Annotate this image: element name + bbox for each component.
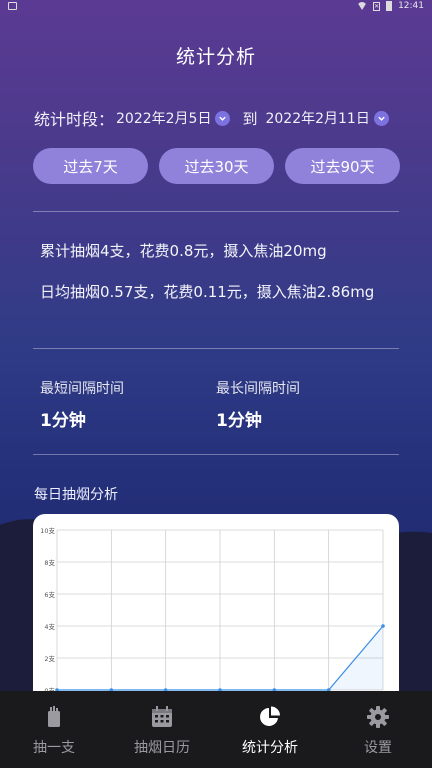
start-date-dropdown-icon[interactable]: [215, 110, 231, 126]
tab-statistics[interactable]: 统计分析: [216, 691, 324, 768]
daily-chart: 0支2支4支6支8支10支: [33, 514, 399, 704]
tab-label: 抽一支: [33, 740, 75, 756]
shortest-interval: 最短间隔时间 1分钟: [40, 378, 124, 431]
divider: [33, 454, 399, 455]
range-7-days-button[interactable]: 过去7天: [33, 148, 148, 184]
summary-daily-average: 日均抽烟0.57支，花费0.11元，摄入焦油2.86mg: [40, 283, 375, 301]
y-tick-label: 6支: [44, 590, 55, 599]
summary-total: 累计抽烟4支，花费0.8元，摄入焦油20mg: [40, 242, 327, 260]
pie-chart-icon: [260, 706, 280, 726]
tab-smoke-one[interactable]: 抽一支: [0, 691, 108, 768]
end-date[interactable]: 2022年2月11日: [265, 108, 369, 128]
y-tick-label: 10支: [40, 526, 55, 535]
longest-interval-label: 最长间隔时间: [216, 381, 300, 397]
period-selector: 统计时段： 2022年2月5日 到 2022年2月11日: [34, 106, 389, 130]
data-point: [381, 624, 385, 628]
y-tick-label: 2支: [44, 654, 55, 663]
cigarette-box-icon: [48, 706, 60, 727]
longest-interval: 最长间隔时间 1分钟: [216, 378, 300, 431]
period-to-label: 到: [242, 109, 258, 128]
status-time: 12:41: [398, 1, 424, 11]
status-bar: ✕ 12:41: [0, 0, 432, 14]
shortest-interval-label: 最短间隔时间: [40, 381, 124, 397]
y-tick-label: 4支: [44, 622, 55, 631]
period-label: 统计时段：: [34, 110, 115, 129]
y-tick-label: 8支: [44, 558, 55, 567]
divider: [33, 348, 399, 349]
wifi-icon: [357, 2, 368, 10]
sim-icon: ✕: [373, 1, 381, 11]
tab-settings[interactable]: 设置: [324, 691, 432, 768]
bottom-tab-bar: 抽一支 抽烟日历 统计分析 设置: [0, 691, 432, 768]
gear-icon: [367, 706, 389, 728]
shortest-interval-value: 1分钟: [40, 411, 86, 431]
notification-icon: [8, 2, 17, 10]
start-date[interactable]: 2022年2月5日: [116, 108, 211, 128]
page-title: 统计分析: [175, 46, 256, 68]
calendar-icon: [152, 706, 172, 727]
range-30-days-button[interactable]: 过去30天: [159, 148, 274, 184]
tab-label: 抽烟日历: [134, 740, 190, 756]
daily-chart-svg: 0支2支4支6支8支10支: [40, 526, 385, 695]
battery-icon: [386, 1, 393, 11]
tab-label: 统计分析: [242, 740, 298, 756]
range-90-days-button[interactable]: 过去90天: [285, 148, 400, 184]
tab-calendar[interactable]: 抽烟日历: [108, 691, 216, 768]
range-buttons: 过去7天 过去30天 过去90天: [33, 148, 400, 184]
daily-analysis-title: 每日抽烟分析: [34, 487, 118, 503]
divider: [33, 211, 399, 212]
end-date-dropdown-icon[interactable]: [373, 110, 389, 126]
longest-interval-value: 1分钟: [216, 411, 262, 431]
tab-label: 设置: [364, 740, 392, 756]
